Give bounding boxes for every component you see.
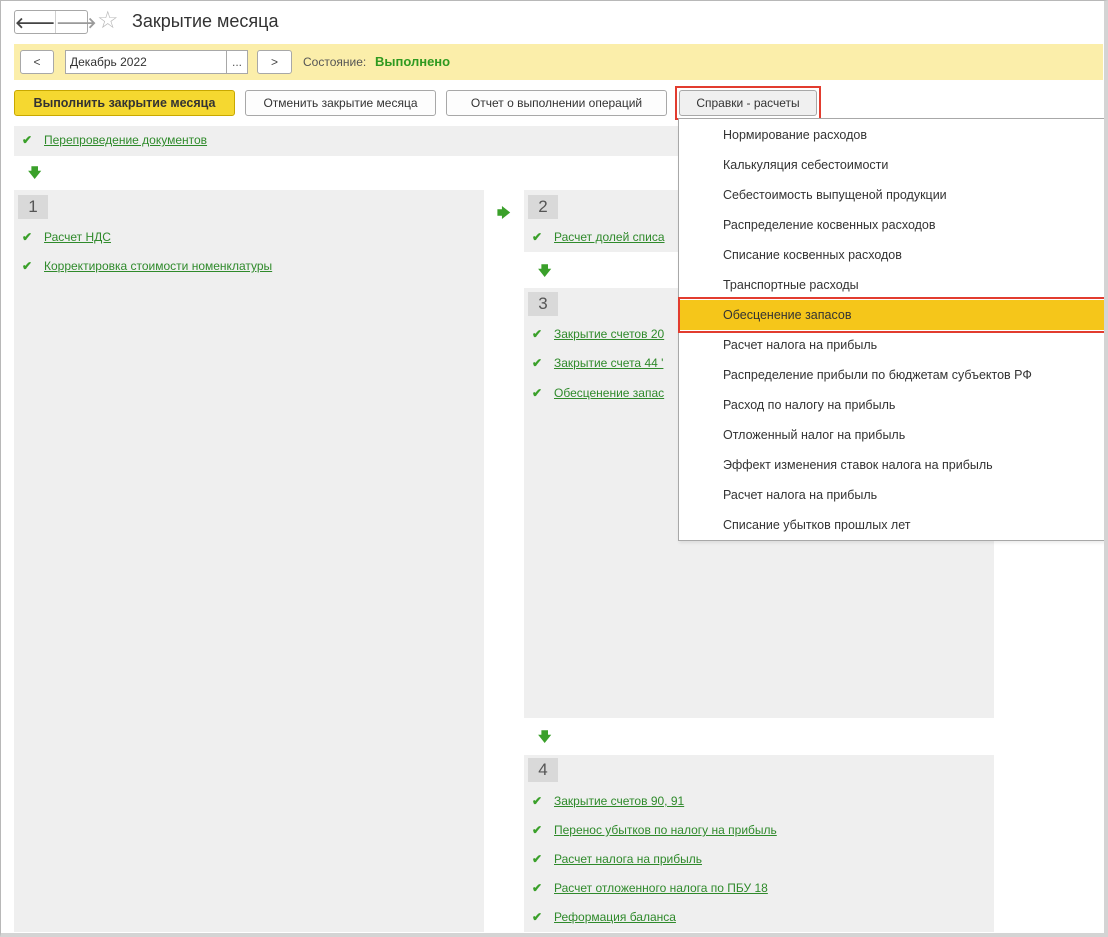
check-icon: ✔ bbox=[532, 910, 543, 924]
operation-item: ✔ Расчет налога на прибыль bbox=[532, 852, 702, 866]
step-number: 1 bbox=[18, 195, 48, 219]
operation-item: ✔ Перепроведение документов bbox=[22, 133, 207, 147]
run-month-close-button[interactable]: Выполнить закрытие месяца bbox=[14, 90, 235, 116]
cancel-month-close-button[interactable]: Отменить закрытие месяца bbox=[245, 90, 436, 116]
operation-item: ✔ Закрытие счета 44 ' bbox=[532, 356, 663, 370]
operation-item: ✔ Реформация баланса bbox=[532, 910, 676, 924]
menu-item-income-tax-2[interactable]: Расчет налога на прибыль bbox=[679, 480, 1105, 510]
menu-item-profit-distribution[interactable]: Распределение прибыли по бюджетам субъек… bbox=[679, 360, 1105, 390]
check-icon: ✔ bbox=[532, 356, 543, 370]
reposting-link[interactable]: Перепроведение документов bbox=[44, 133, 207, 147]
reports-menu-button[interactable]: Справки - расчеты bbox=[679, 90, 817, 116]
check-icon: ✔ bbox=[22, 230, 33, 244]
operations-report-button[interactable]: Отчет о выполнении операций bbox=[446, 90, 667, 116]
balance-reformation-link[interactable]: Реформация баланса bbox=[554, 910, 676, 924]
arrow-down-icon: 🡇 bbox=[538, 729, 552, 744]
check-icon: ✔ bbox=[22, 133, 33, 147]
arrow-right-icon: 🡒 bbox=[56, 14, 97, 32]
operation-item: ✔ Расчет НДС bbox=[22, 230, 111, 244]
check-icon: ✔ bbox=[532, 230, 543, 244]
menu-item-loss-writeoff[interactable]: Списание убытков прошлых лет bbox=[679, 510, 1105, 540]
previous-period-button[interactable]: < bbox=[20, 50, 54, 74]
step-number: 3 bbox=[528, 292, 558, 316]
favorite-star-icon[interactable]: ☆ bbox=[97, 7, 119, 35]
menu-item-expense-rationing[interactable]: Нормирование расходов bbox=[679, 120, 1105, 150]
forward-button[interactable]: 🡒 bbox=[56, 11, 96, 33]
operation-item: ✔ Корректировка стоимости номенклатуры bbox=[22, 259, 272, 273]
state-label: Состояние: bbox=[303, 55, 367, 69]
menu-item-inventory-impairment[interactable]: Обесценение запасов bbox=[679, 300, 1105, 330]
vat-calculation-link[interactable]: Расчет НДС bbox=[44, 230, 111, 244]
close-accounts-90-91-link[interactable]: Закрытие счетов 90, 91 bbox=[554, 794, 684, 808]
arrow-down-icon: 🡇 bbox=[28, 165, 42, 180]
step-4-panel bbox=[524, 755, 994, 932]
inventory-impairment-link[interactable]: Обесценение запас bbox=[554, 386, 664, 400]
next-period-button[interactable]: > bbox=[257, 50, 292, 74]
operation-item: ✔ Обесценение запас bbox=[532, 386, 664, 400]
arrow-down-icon: 🡇 bbox=[538, 263, 552, 278]
menu-item-rate-change-effect[interactable]: Эффект изменения ставок налога на прибыл… bbox=[679, 450, 1105, 480]
check-icon: ✔ bbox=[532, 852, 543, 866]
check-icon: ✔ bbox=[532, 327, 543, 341]
check-icon: ✔ bbox=[532, 386, 543, 400]
operation-item: ✔ Закрытие счетов 20 bbox=[532, 327, 664, 341]
operation-item: ✔ Закрытие счетов 90, 91 bbox=[532, 794, 684, 808]
reports-dropdown-menu: Нормирование расходов Калькуляция себест… bbox=[678, 118, 1106, 541]
step-number: 4 bbox=[528, 758, 558, 782]
step-1-panel bbox=[14, 190, 484, 932]
check-icon: ✔ bbox=[22, 259, 33, 273]
share-calculation-link[interactable]: Расчет долей списа bbox=[554, 230, 665, 244]
arrow-right-icon: 🡆 bbox=[497, 205, 511, 220]
check-icon: ✔ bbox=[532, 794, 543, 808]
deferred-tax-link[interactable]: Расчет отложенного налога по ПБУ 18 bbox=[554, 881, 768, 895]
menu-item-output-cost[interactable]: Себестоимость выпущеной продукции bbox=[679, 180, 1105, 210]
loss-carryforward-link[interactable]: Перенос убытков по налогу на прибыль bbox=[554, 823, 777, 837]
period-select-button[interactable]: ... bbox=[226, 51, 247, 73]
menu-item-deferred-tax[interactable]: Отложенный налог на прибыль bbox=[679, 420, 1105, 450]
close-account-44-link[interactable]: Закрытие счета 44 ' bbox=[554, 356, 663, 370]
cost-adjustment-link[interactable]: Корректировка стоимости номенклатуры bbox=[44, 259, 272, 273]
close-accounts-20-link[interactable]: Закрытие счетов 20 bbox=[554, 327, 664, 341]
navigation-buttons: 🡐 🡒 bbox=[14, 10, 96, 34]
step-number: 2 bbox=[528, 195, 558, 219]
operation-item: ✔ Перенос убытков по налогу на прибыль bbox=[532, 823, 777, 837]
menu-item-income-tax[interactable]: Расчет налога на прибыль bbox=[679, 330, 1105, 360]
income-tax-link[interactable]: Расчет налога на прибыль bbox=[554, 852, 702, 866]
menu-item-indirect-writeoff[interactable]: Списание косвенных расходов bbox=[679, 240, 1105, 270]
period-value: Декабрь 2022 bbox=[70, 55, 147, 69]
check-icon: ✔ bbox=[532, 823, 543, 837]
menu-item-indirect-distribution[interactable]: Распределение косвенных расходов bbox=[679, 210, 1105, 240]
period-field[interactable]: Декабрь 2022 ... bbox=[65, 50, 248, 74]
operation-item: ✔ Расчет отложенного налога по ПБУ 18 bbox=[532, 881, 768, 895]
operation-item: ✔ Расчет долей списа bbox=[532, 230, 665, 244]
menu-item-tax-expense[interactable]: Расход по налогу на прибыль bbox=[679, 390, 1105, 420]
arrow-left-icon: 🡐 bbox=[15, 14, 56, 32]
state-value: Выполнено bbox=[375, 54, 451, 69]
menu-item-transport-expenses[interactable]: Транспортные расходы bbox=[679, 270, 1105, 300]
check-icon: ✔ bbox=[532, 881, 543, 895]
menu-item-cost-calculation[interactable]: Калькуляция себестоимости bbox=[679, 150, 1105, 180]
page-title: Закрытие месяца bbox=[132, 11, 279, 31]
back-button[interactable]: 🡐 bbox=[15, 11, 57, 33]
